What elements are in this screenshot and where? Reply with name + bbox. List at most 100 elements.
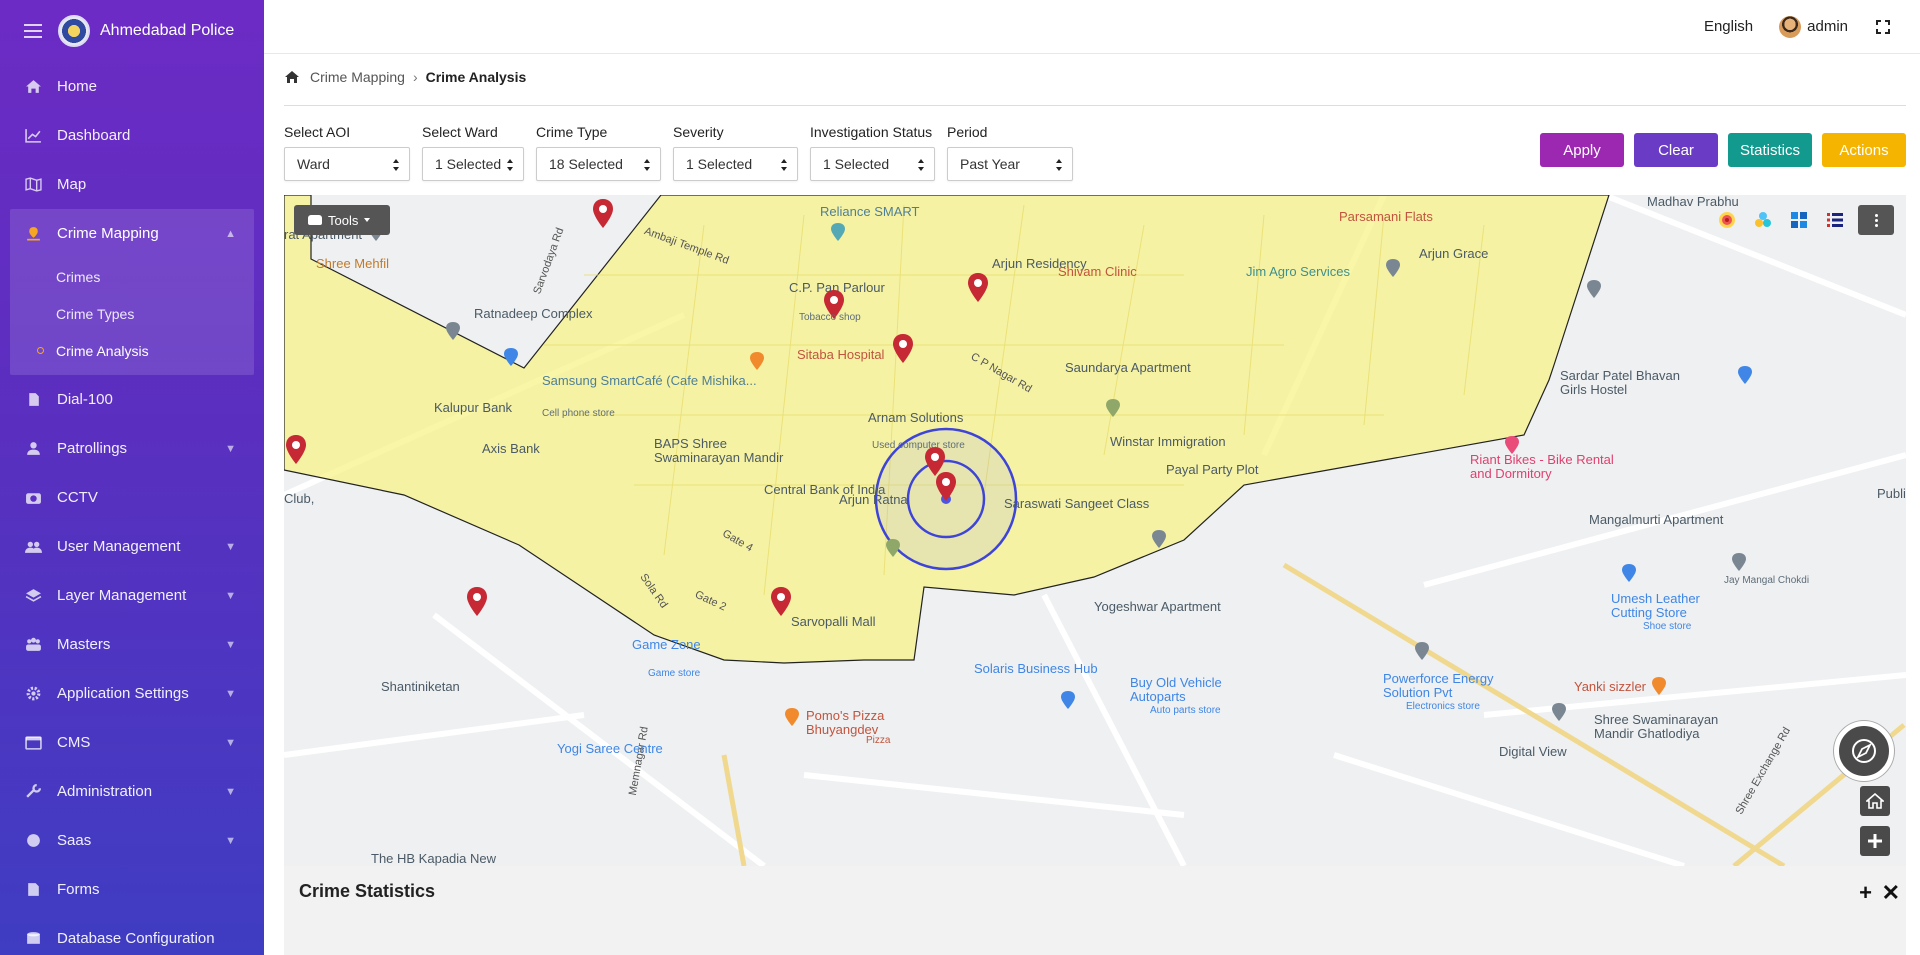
poi-pin-icon bbox=[1732, 553, 1746, 571]
map-place-label: Kalupur Bank bbox=[434, 400, 513, 415]
chevron-down-icon: ▼ bbox=[225, 589, 236, 602]
sidebar-group-crime-mapping: Crime Mapping ▲ Crimes Crime Types Crime… bbox=[10, 209, 254, 375]
crime-marker-icon[interactable] bbox=[591, 197, 615, 229]
apply-button[interactable]: Apply bbox=[1540, 133, 1624, 167]
food-pin-icon bbox=[785, 708, 799, 726]
sidebar-subitem-crime-types[interactable]: Crime Types bbox=[10, 295, 254, 332]
filter-investigation-status: Investigation Status 1 Selected bbox=[810, 124, 935, 181]
tools-dropdown-button[interactable]: Tools bbox=[294, 205, 390, 235]
crime-marker-icon[interactable] bbox=[966, 271, 990, 303]
clear-button[interactable]: Clear bbox=[1634, 133, 1718, 167]
crime-map[interactable]: Reliance SMART Parsamani Flats rat Apart… bbox=[284, 195, 1906, 866]
list-toggle[interactable] bbox=[1822, 207, 1848, 233]
sort-arrows-icon bbox=[507, 159, 514, 171]
statistics-button[interactable]: Statistics bbox=[1728, 133, 1812, 167]
chevron-down-icon: ▼ bbox=[225, 736, 236, 749]
divider bbox=[284, 105, 1906, 106]
sidebar-item-saas[interactable]: Saas ▼ bbox=[0, 816, 264, 865]
ward-select[interactable]: 1 Selected bbox=[422, 147, 524, 181]
investigation-status-select[interactable]: 1 Selected bbox=[810, 147, 935, 181]
map-place-label: Yogi Saree Centre bbox=[557, 741, 663, 756]
crime-marker-icon[interactable] bbox=[284, 433, 308, 465]
sidebar-item-dashboard[interactable]: Dashboard bbox=[0, 111, 264, 160]
sidebar-item-user-management[interactable]: User Management ▼ bbox=[0, 522, 264, 571]
poi-pin-icon bbox=[1552, 703, 1566, 721]
home-extent-button[interactable] bbox=[1860, 786, 1890, 816]
map-place-sublabel: Jay Mangal Chokdi bbox=[1724, 575, 1810, 586]
list-icon bbox=[1827, 213, 1843, 227]
map-place-sublabel: Shoe store bbox=[1643, 621, 1692, 632]
sidebar-item-application-settings[interactable]: Application Settings ▼ bbox=[0, 669, 264, 718]
zoom-in-button[interactable] bbox=[1860, 826, 1890, 856]
select-value: 1 Selected bbox=[435, 156, 502, 172]
fullscreen-icon[interactable] bbox=[1876, 19, 1890, 34]
poi-pin-icon bbox=[886, 539, 900, 557]
sidebar-item-crime-mapping[interactable]: Crime Mapping ▲ bbox=[10, 209, 254, 258]
map-place-label: Arjun Ratna bbox=[839, 492, 908, 507]
period-select[interactable]: Past Year bbox=[947, 147, 1073, 181]
aoi-select[interactable]: Ward bbox=[284, 147, 410, 181]
expand-icon[interactable]: + bbox=[1859, 882, 1872, 904]
filter-aoi: Select AOI Ward bbox=[284, 124, 410, 181]
compass-icon[interactable] bbox=[1834, 721, 1894, 781]
home-icon[interactable] bbox=[284, 70, 300, 84]
filter-label: Severity bbox=[673, 124, 724, 140]
crime-marker-icon[interactable] bbox=[934, 470, 958, 502]
poi-pin-icon bbox=[831, 223, 845, 241]
map-place-label: Yogeshwar Apartment bbox=[1094, 599, 1221, 614]
map-place-sublabel: Cell phone store bbox=[542, 408, 615, 419]
map-place-label: Payal Party Plot bbox=[1166, 462, 1259, 477]
map-base-layer bbox=[284, 195, 1906, 866]
close-icon[interactable]: ✕ bbox=[1882, 882, 1900, 904]
sidebar-item-layer-management[interactable]: Layer Management ▼ bbox=[0, 571, 264, 620]
breadcrumb-parent[interactable]: Crime Mapping bbox=[310, 69, 405, 85]
select-value: 1 Selected bbox=[823, 156, 890, 172]
heatmap-toggle[interactable] bbox=[1714, 207, 1740, 233]
sidebar-item-home[interactable]: Home bbox=[0, 62, 264, 111]
sidebar-item-label: Administration bbox=[57, 783, 153, 800]
grid-toggle[interactable] bbox=[1786, 207, 1812, 233]
actions-button[interactable]: Actions bbox=[1822, 133, 1906, 167]
map-toolbar bbox=[1704, 205, 1894, 235]
chevron-down-icon: ▼ bbox=[225, 638, 236, 651]
poi-pin-icon bbox=[1415, 642, 1429, 660]
car-icon bbox=[308, 215, 322, 225]
sidebar-item-map[interactable]: Map bbox=[0, 160, 264, 209]
sidebar-item-patrollings[interactable]: Patrollings ▼ bbox=[0, 424, 264, 473]
crime-marker-icon[interactable] bbox=[769, 585, 793, 617]
filter-period: Period Past Year bbox=[947, 124, 1073, 181]
cluster-toggle[interactable] bbox=[1750, 207, 1776, 233]
sidebar-item-forms[interactable]: Forms bbox=[0, 865, 264, 914]
sidebar-item-administration[interactable]: Administration ▼ bbox=[0, 767, 264, 816]
heatmap-icon bbox=[1719, 212, 1735, 228]
language-selector[interactable]: English bbox=[1704, 18, 1753, 35]
sidebar-item-cms[interactable]: CMS ▼ bbox=[0, 718, 264, 767]
sidebar-item-masters[interactable]: Masters ▼ bbox=[0, 620, 264, 669]
wrench-icon bbox=[24, 784, 42, 800]
sidebar-item-label: Saas bbox=[57, 832, 92, 849]
sidebar-subitem-crime-analysis[interactable]: Crime Analysis bbox=[10, 332, 254, 369]
crime-marker-icon[interactable] bbox=[891, 332, 915, 364]
crime-type-select[interactable]: 18 Selected bbox=[536, 147, 661, 181]
chevron-down-icon: ▼ bbox=[225, 442, 236, 455]
sidebar-subitem-crimes[interactable]: Crimes bbox=[10, 258, 254, 295]
user-menu[interactable]: admin bbox=[1779, 15, 1848, 38]
home-icon bbox=[1866, 793, 1884, 809]
map-place-label: Club, bbox=[284, 491, 315, 506]
map-place-label: Shree Swaminarayan Mandir Ghatlodiya bbox=[1594, 712, 1719, 741]
sidebar-item-cctv[interactable]: CCTV bbox=[0, 473, 264, 522]
map-place-label: Winstar Immigration bbox=[1110, 434, 1226, 449]
sidebar-item-label: CCTV bbox=[57, 489, 98, 506]
severity-select[interactable]: 1 Selected bbox=[673, 147, 798, 181]
crime-marker-icon[interactable] bbox=[465, 585, 489, 617]
sidebar-item-dial-100[interactable]: Dial-100 bbox=[0, 375, 264, 424]
chevron-down-icon: ▼ bbox=[225, 834, 236, 847]
map-place-label: Shantiniketan bbox=[381, 679, 460, 694]
more-options-icon[interactable] bbox=[1858, 205, 1894, 235]
breadcrumb-current: Crime Analysis bbox=[425, 69, 527, 85]
sidebar-item-label: Masters bbox=[57, 636, 111, 653]
map-place-label: Public T bbox=[1877, 486, 1906, 501]
sidebar-item-label: Dial-100 bbox=[57, 391, 113, 408]
menu-toggle-icon[interactable] bbox=[24, 24, 42, 38]
sidebar-item-database-configuration[interactable]: Database Configuration bbox=[0, 914, 264, 955]
